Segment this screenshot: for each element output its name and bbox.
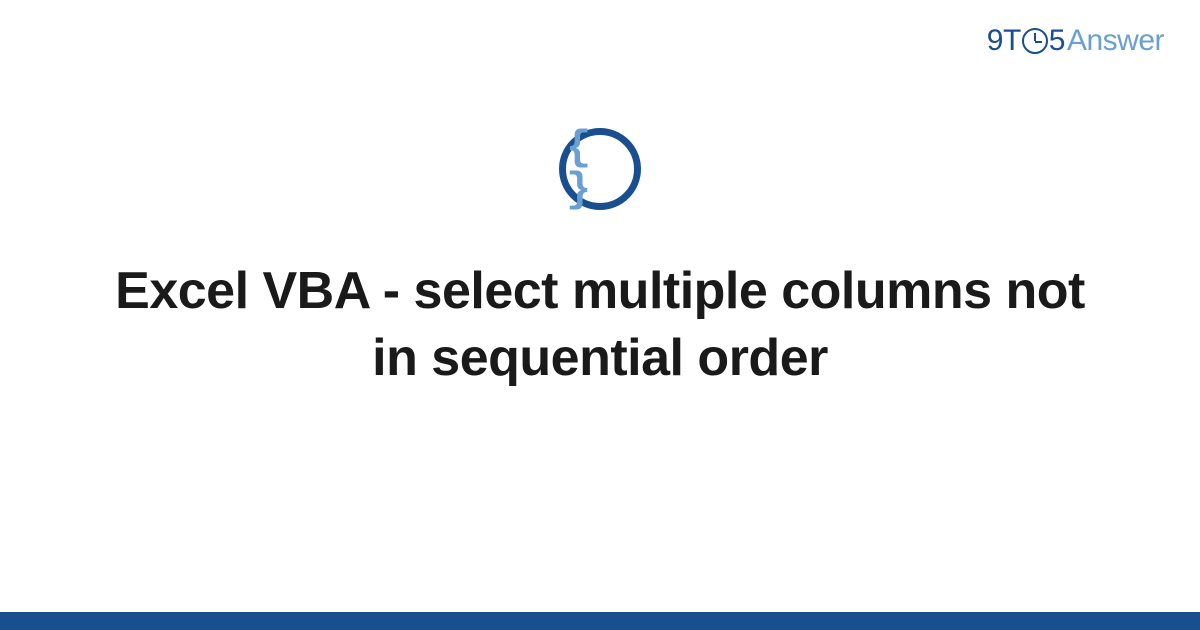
footer-bar: [0, 612, 1200, 630]
logo-t: T: [1003, 24, 1021, 58]
page-title: Excel VBA - select multiple columns not …: [110, 258, 1090, 391]
logo-answer: Answer: [1067, 24, 1164, 58]
main-content: { } Excel VBA - select multiple columns …: [0, 128, 1200, 391]
logo-five: 5: [1049, 24, 1065, 58]
logo-nine: 9: [987, 24, 1003, 58]
code-braces-icon: { }: [566, 127, 634, 211]
site-logo: 9 T 5 Answer: [987, 24, 1164, 58]
clock-icon: [1022, 28, 1048, 54]
category-icon-circle: { }: [559, 128, 641, 210]
